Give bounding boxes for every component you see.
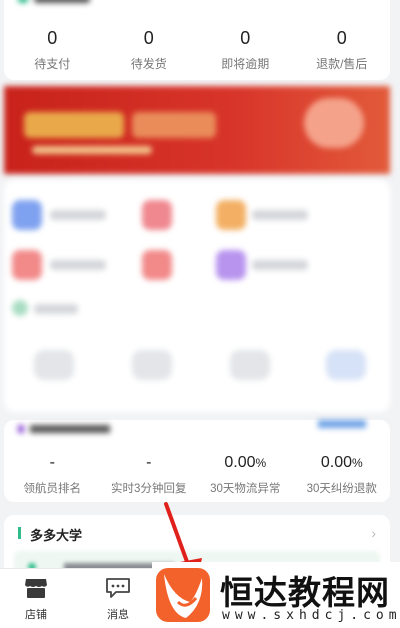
stat-value: 0 xyxy=(336,28,347,48)
tool-icon[interactable] xyxy=(142,250,172,280)
watermark-url: www.sxhdcj.com xyxy=(222,608,400,623)
stat-pending-payment[interactable]: 0 待支付 xyxy=(4,28,101,72)
stat-label: 即将逾期 xyxy=(221,57,270,71)
metric-navigator-rank[interactable]: - 领航员排名 xyxy=(4,454,101,496)
watermark-brand: 恒达教程网 xyxy=(220,573,390,612)
chevron-right-icon[interactable]: › xyxy=(371,525,376,541)
stat-value: 0 xyxy=(143,28,154,48)
tab-label: 店铺 xyxy=(25,609,47,621)
order-card-title-blurred xyxy=(18,0,98,3)
section-accent-bar xyxy=(18,527,21,539)
tool-icon[interactable] xyxy=(12,200,42,230)
stat-value: 0 xyxy=(240,28,251,48)
tool-grid-blurred xyxy=(4,180,390,412)
stat-value: 0 xyxy=(47,28,58,48)
metrics-more-link-blurred[interactable] xyxy=(318,420,366,428)
metric-value: 0.00% xyxy=(224,454,267,471)
metric-label: 实时3分钟回复 xyxy=(111,483,187,495)
metric-value: 0.00% xyxy=(320,454,363,471)
metric-3min-reply[interactable]: - 实时3分钟回复 xyxy=(101,454,198,496)
metric-value: - xyxy=(146,454,152,471)
metric-dispute-refund[interactable]: 0.00% 30天纠纷退款 xyxy=(294,454,391,496)
chat-bubble-icon xyxy=(106,578,130,598)
stat-pending-shipment[interactable]: 0 待发货 xyxy=(101,28,198,72)
tool-icon[interactable] xyxy=(216,250,246,280)
metric-label: 领航员排名 xyxy=(23,483,82,495)
metrics-title-blurred xyxy=(18,420,118,433)
tool-icon xyxy=(12,300,28,316)
tab-label: 消息 xyxy=(107,609,129,621)
tab-messages[interactable]: 消息 xyxy=(88,577,148,622)
tool-icon[interactable] xyxy=(216,200,246,230)
stat-refund-aftersale[interactable]: 0 退款/售后 xyxy=(294,28,391,72)
promo-banner-blurred[interactable] xyxy=(4,86,390,174)
order-stats-card: 0 待支付 0 待发货 0 即将逾期 0 退款/售后 xyxy=(4,0,390,80)
metric-label: 30天物流异常 xyxy=(210,483,281,495)
university-title: 多多大学 xyxy=(30,528,83,543)
site-watermark: 恒达教程网 www.sxhdcj.com xyxy=(152,562,400,628)
metric-logistics-exception[interactable]: 0.00% 30天物流异常 xyxy=(197,454,294,496)
shop-icon xyxy=(25,579,47,598)
stat-label: 退款/售后 xyxy=(316,57,368,71)
watermark-logo-icon xyxy=(156,568,210,622)
stat-label: 待发货 xyxy=(130,57,167,71)
metric-label: 30天纠纷退款 xyxy=(306,483,377,495)
tool-icon[interactable] xyxy=(142,200,172,230)
stat-label: 待支付 xyxy=(34,57,71,71)
metrics-card: - 领航员排名 - 实时3分钟回复 0.00% 30天物流异常 0.00% 30… xyxy=(4,420,390,502)
metric-value: - xyxy=(49,454,55,471)
tool-icon[interactable] xyxy=(12,250,42,280)
stat-about-to-overdue[interactable]: 0 即将逾期 xyxy=(197,28,294,72)
tab-shop[interactable]: 店铺 xyxy=(6,577,66,622)
